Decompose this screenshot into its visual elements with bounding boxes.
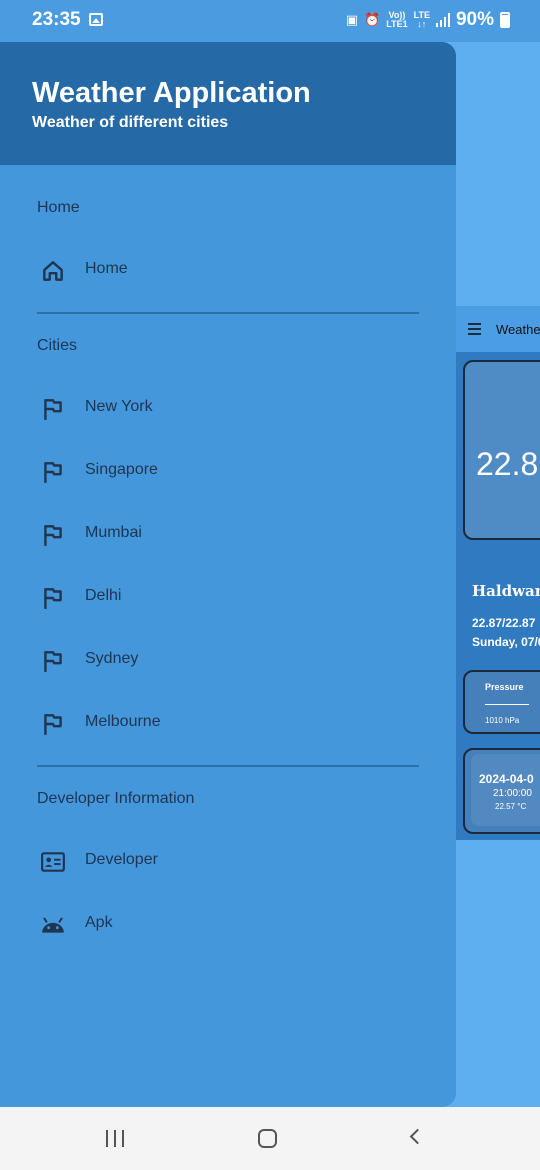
battery-icon [500, 12, 510, 28]
android-icon [42, 917, 64, 933]
date-text: Sunday, 07/0 [472, 635, 540, 649]
drawer-item-label: Singapore [85, 461, 158, 478]
signal-icon [435, 13, 450, 27]
drawer-item-sydney[interactable]: Sydney [0, 632, 456, 688]
recent-apps-icon[interactable] [106, 1130, 124, 1147]
flag-icon [44, 651, 62, 672]
battery-percentage: 90% [455, 9, 494, 30]
drawer-title: Weather Application [32, 77, 311, 109]
city-name: Haldwani [472, 582, 540, 600]
drawer-item-label: Apk [85, 914, 113, 931]
forecast-card: 2024-04-0 21:00:00 22.57 °C [463, 748, 540, 834]
pressure-value: 1010 hPa [485, 716, 520, 725]
navigation-drawer: Weather Application Weather of different… [0, 42, 456, 1107]
gallery-icon [89, 13, 103, 26]
drawer-item-melbourne[interactable]: Melbourne [0, 695, 456, 751]
status-icons: ▣ ⏰ Vo)) LTE1 LTE ↓↑ 90% [346, 9, 510, 31]
drawer-item-singapore[interactable]: Singapore [0, 443, 456, 499]
pressure-card: Pressure 1010 hPa [463, 670, 540, 734]
flag-icon [44, 462, 62, 483]
divider [37, 312, 419, 314]
drawer-item-label: New York [85, 398, 153, 415]
pressure-label: Pressure [485, 682, 524, 692]
drawer-item-label: Developer [85, 851, 158, 868]
current-temperature: 22.8 [476, 446, 539, 482]
menu-icon[interactable] [468, 323, 481, 338]
background-app: Weathe 22.8 Haldwani 22.87/22.87 Sunday,… [456, 306, 540, 840]
drawer-item-label: Home [85, 260, 128, 277]
section-label-cities: Cities [37, 337, 78, 354]
status-time: 23:35 [32, 9, 81, 30]
alarm-icon: ⏰ [364, 12, 381, 27]
divider [37, 765, 419, 767]
volte-indicator: Vo)) LTE1 [386, 10, 408, 29]
flag-icon [44, 399, 62, 420]
contact-card-icon [41, 852, 65, 872]
drawer-item-label: Mumbai [85, 524, 142, 541]
drawer-header: Weather Application Weather of different… [0, 42, 456, 165]
forecast-time: 21:00:00 [493, 788, 532, 799]
drawer-item-home[interactable]: Home [0, 242, 456, 298]
drawer-item-mumbai[interactable]: Mumbai [0, 506, 456, 562]
drawer-item-new-york[interactable]: New York [0, 380, 456, 436]
drawer-item-label: Delhi [85, 587, 122, 604]
flag-icon [44, 714, 62, 735]
back-icon[interactable] [409, 1128, 426, 1145]
forecast-date: 2024-04-0 [479, 772, 534, 786]
forecast-temperature: 22.57 °C [495, 802, 527, 811]
flag-icon [44, 525, 62, 546]
home-icon [43, 261, 63, 281]
drawer-subtitle: Weather of different cities [32, 114, 229, 131]
min-max-temperature: 22.87/22.87 [472, 616, 536, 630]
background-toolbar-title: Weathe [496, 322, 540, 337]
home-button-icon[interactable] [258, 1129, 277, 1148]
drawer-item-label: Sydney [85, 650, 139, 667]
pressure-divider [485, 704, 529, 705]
vpn-icon: ▣ [345, 12, 359, 27]
system-navigation-bar [0, 1107, 540, 1170]
drawer-item-developer[interactable]: Developer [0, 833, 456, 889]
lte-indicator: LTE ↓↑ [413, 10, 430, 29]
drawer-item-delhi[interactable]: Delhi [0, 569, 456, 625]
background-toolbar: Weathe [456, 306, 540, 352]
section-label-developer-information: Developer Information [37, 790, 195, 807]
flag-icon [44, 588, 62, 609]
status-bar: 23:35 ▣ ⏰ Vo)) LTE1 LTE ↓↑ 90% [0, 0, 540, 42]
drawer-item-label: Melbourne [85, 713, 161, 730]
section-label-home: Home [37, 199, 80, 216]
drawer-item-apk[interactable]: Apk [0, 896, 456, 952]
